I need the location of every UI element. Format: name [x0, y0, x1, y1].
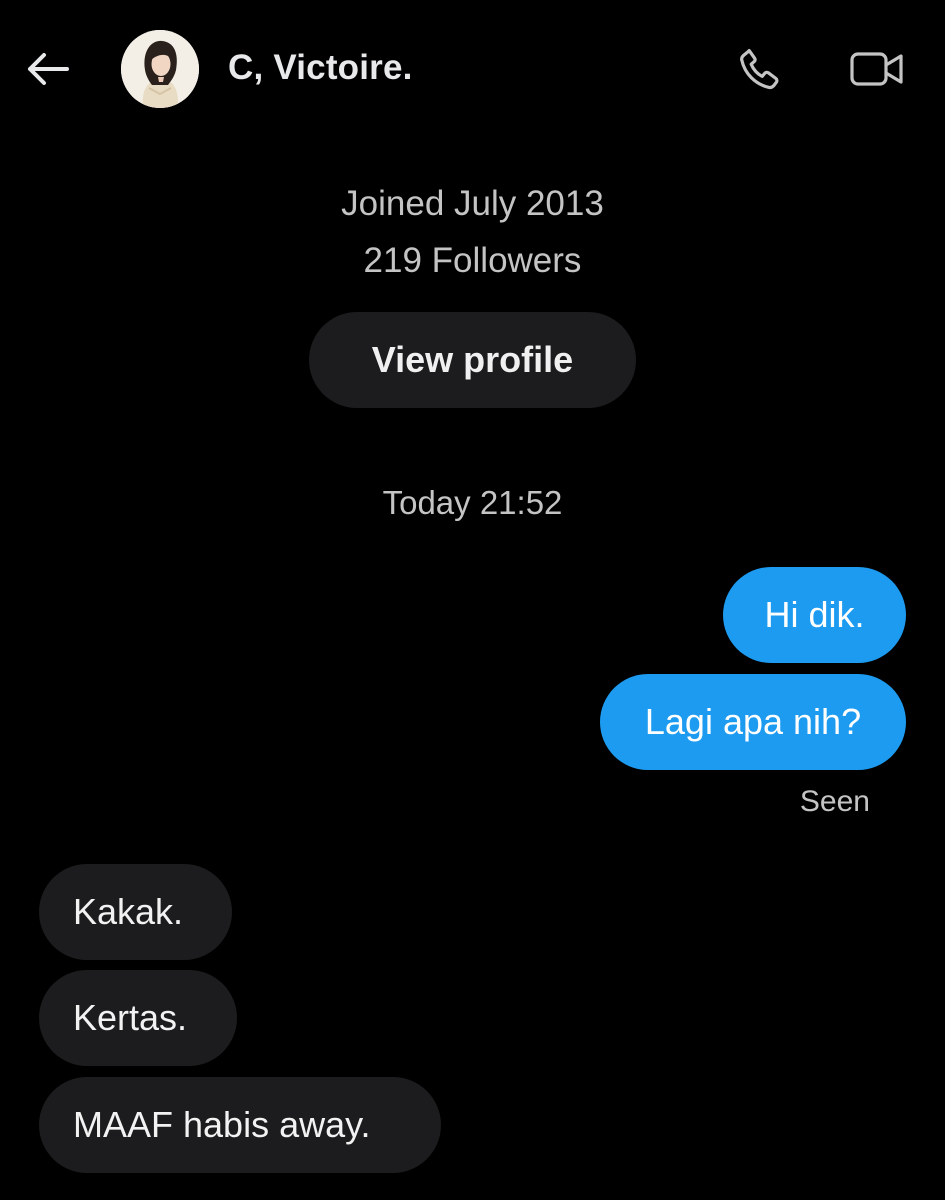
avatar-image: [121, 30, 199, 108]
video-camera-icon: [850, 52, 903, 86]
outgoing-message[interactable]: Lagi apa nih?: [600, 674, 906, 770]
avatar[interactable]: [121, 30, 199, 108]
incoming-message[interactable]: Kertas.: [39, 970, 237, 1066]
joined-date: Joined July 2013: [341, 184, 604, 223]
video-call-button[interactable]: [847, 42, 907, 96]
incoming-message[interactable]: MAAF habis away.: [39, 1077, 441, 1173]
message-timestamp: Today 21:52: [382, 484, 563, 521]
view-profile-button[interactable]: View profile: [309, 312, 636, 408]
arrow-left-icon: [28, 53, 69, 85]
seen-status: Seen: [799, 785, 870, 818]
incoming-message[interactable]: Kakak.: [39, 864, 232, 960]
phone-icon: [740, 49, 779, 90]
back-button[interactable]: [22, 44, 72, 94]
call-button[interactable]: [733, 42, 787, 96]
follower-count: 219 Followers: [363, 241, 582, 280]
profile-summary: Joined July 2013 219 Followers: [0, 180, 945, 294]
conversation-title[interactable]: C, Victoire.: [228, 48, 413, 88]
chat-header: C, Victoire.: [0, 0, 945, 140]
outgoing-message[interactable]: Hi dik.: [723, 567, 906, 663]
